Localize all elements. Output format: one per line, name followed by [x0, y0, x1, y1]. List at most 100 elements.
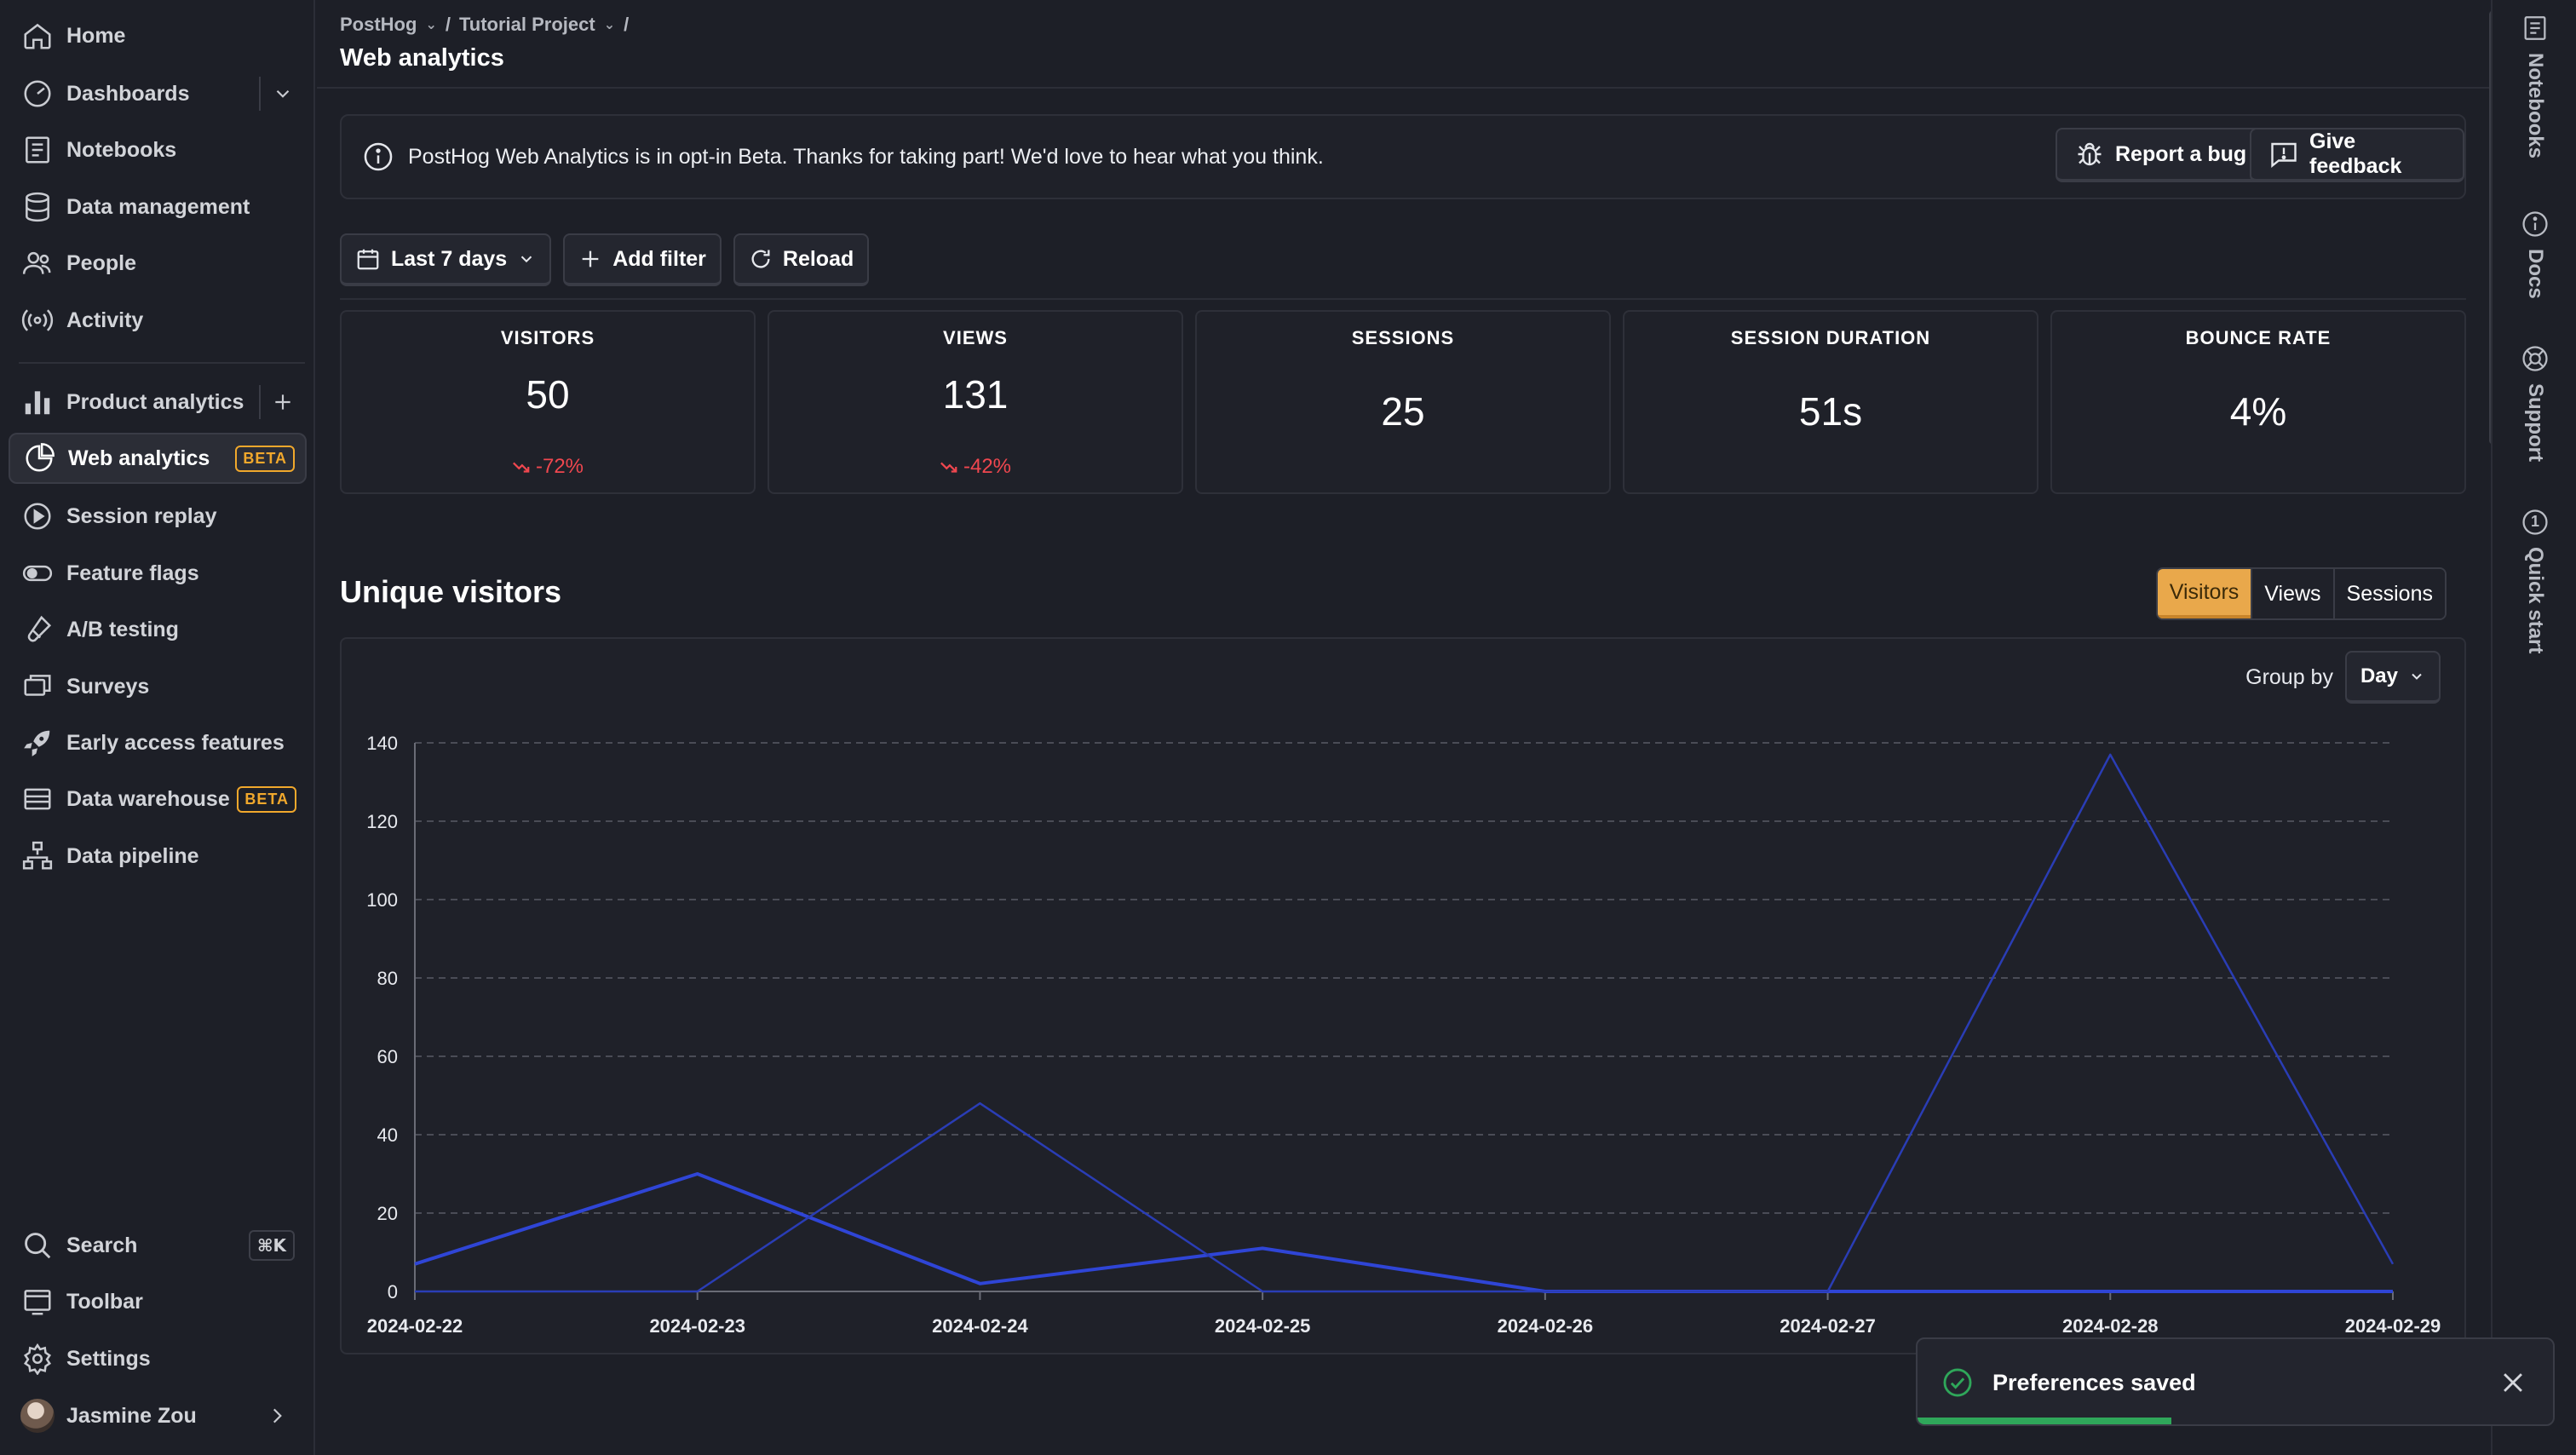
chevron-down-icon[interactable]: ⌄ — [604, 16, 615, 33]
y-tick-label: 40 — [377, 1124, 398, 1146]
group-by-select[interactable]: Day — [2344, 651, 2441, 704]
notebook-icon — [9, 134, 66, 166]
people-icon — [9, 247, 66, 279]
x-tick-label: 2024-02-27 — [1780, 1315, 1876, 1337]
y-tick-label: 120 — [366, 811, 398, 832]
sidebar-item-notebooks[interactable]: Notebooks — [9, 124, 307, 175]
pipeline-icon — [9, 840, 66, 872]
report-bug-label: Report a bug — [2115, 141, 2247, 166]
feedback-icon — [2268, 139, 2299, 170]
stat-card-session-duration: SESSION DURATION 51s — [1623, 310, 2038, 494]
sidebar-item-label: People — [66, 250, 136, 275]
tab-sessions[interactable]: Sessions — [2332, 569, 2445, 618]
y-tick-label: 0 — [388, 1281, 398, 1303]
y-tick-label: 140 — [366, 733, 398, 754]
x-tick-label: 2024-02-26 — [1498, 1315, 1594, 1337]
stat-label: SESSIONS — [1351, 327, 1455, 348]
sidebar-item-early-access-features[interactable]: Early access features — [9, 717, 307, 768]
reload-icon — [749, 247, 773, 271]
sidebar-item-toolbar[interactable]: Toolbar — [9, 1276, 307, 1327]
home-icon — [9, 20, 66, 52]
y-tick-label: 80 — [377, 968, 398, 989]
tab-visitors[interactable]: Visitors — [2157, 569, 2251, 618]
add-filter-button[interactable]: Add filter — [563, 233, 722, 286]
reload-label: Reload — [782, 246, 854, 271]
sidebar-item-activity[interactable]: Activity — [9, 295, 307, 346]
report-bug-button[interactable]: Report a bug — [2056, 128, 2266, 182]
rail-item-quick-start[interactable]: 1 Quick start — [2493, 508, 2576, 653]
stat-value: 25 — [1381, 389, 1425, 434]
sidebar-item-data-management[interactable]: Data management — [9, 181, 307, 233]
chevron-down-icon[interactable]: ⌄ — [425, 16, 436, 33]
date-range-label: Last 7 days — [391, 246, 508, 271]
sidebar-item-data-warehouse[interactable]: Data warehouse BETA — [9, 774, 307, 825]
stat-card-visitors: VISITORS 50 -72% — [340, 310, 756, 494]
database-icon — [9, 191, 66, 223]
calendar-icon — [355, 246, 381, 272]
stat-card-sessions: SESSIONS 25 — [1195, 310, 1611, 494]
sidebar-item-user[interactable]: Jasmine Zou — [9, 1390, 307, 1441]
rail-item-notebooks[interactable]: Notebooks — [2493, 14, 2576, 158]
stat-value: 131 — [942, 372, 1009, 417]
x-tick-label: 2024-02-23 — [649, 1315, 745, 1337]
sidebar: Home Dashboards Notebooks Data managemen… — [0, 0, 315, 1455]
warehouse-icon — [9, 783, 66, 815]
breadcrumb: PostHog ⌄ / Tutorial Project ⌄ / — [340, 14, 629, 36]
top-bar: PostHog ⌄ / Tutorial Project ⌄ / Web ana… — [317, 0, 2491, 89]
chevron-down-icon[interactable] — [259, 77, 305, 111]
sidebar-item-surveys[interactable]: Surveys — [9, 661, 307, 712]
gear-icon — [9, 1343, 66, 1375]
user-name: Jasmine Zou — [66, 1403, 197, 1428]
sidebar-item-label: Web analytics — [68, 446, 210, 470]
info-icon — [362, 141, 394, 173]
dashboard-icon — [9, 78, 66, 110]
sidebar-item-label: Session replay — [66, 503, 217, 528]
y-tick-label: 100 — [366, 889, 398, 911]
survey-icon — [9, 670, 66, 703]
sidebar-item-dashboards[interactable]: Dashboards — [9, 68, 307, 119]
plus-icon[interactable] — [259, 385, 305, 419]
trend-down-icon — [512, 457, 531, 476]
check-circle-icon — [1941, 1366, 1974, 1399]
chart-card: 0 20 40 60 80 100 120 140 2024-02-22 2024-02-23 20… — [340, 637, 2466, 1354]
beta-badge: BETA — [235, 445, 295, 472]
stat-value: 4% — [2229, 389, 2287, 434]
avatar-wrapper — [9, 1399, 66, 1433]
group-by-control: Group by Day — [2245, 651, 2441, 704]
rail-label: Support — [2524, 383, 2547, 462]
sidebar-item-web-analytics[interactable]: Web analytics BETA — [9, 433, 307, 484]
breadcrumb-project[interactable]: Tutorial Project — [459, 14, 595, 36]
sidebar-item-data-pipeline[interactable]: Data pipeline — [9, 831, 307, 882]
sidebar-item-label: Search — [66, 1233, 138, 1257]
rail-item-docs[interactable]: Docs — [2493, 210, 2576, 299]
reload-button[interactable]: Reload — [733, 233, 870, 286]
sidebar-item-ab-testing[interactable]: A/B testing — [9, 604, 307, 655]
sidebar-item-home[interactable]: Home — [9, 10, 307, 61]
sidebar-item-product-analytics[interactable]: Product analytics — [9, 377, 307, 428]
bar-chart-icon — [9, 386, 66, 418]
sidebar-item-people[interactable]: People — [9, 238, 307, 289]
x-tick-label: 2024-02-22 — [367, 1315, 463, 1337]
divider — [340, 298, 2466, 300]
sidebar-item-label: Early access features — [66, 730, 285, 755]
rail-label: Docs — [2524, 249, 2547, 299]
sidebar-item-label: Data management — [66, 194, 250, 219]
close-icon[interactable] — [2498, 1368, 2527, 1397]
sidebar-item-feature-flags[interactable]: Feature flags — [9, 548, 307, 599]
date-range-picker[interactable]: Last 7 days — [340, 233, 552, 286]
rail-item-support[interactable]: Support — [2493, 344, 2576, 462]
toast-notification: Preferences saved — [1916, 1337, 2555, 1426]
series-line-2 — [415, 753, 2395, 1293]
sidebar-item-label: Notebooks — [66, 137, 177, 162]
sidebar-item-search[interactable]: Search ⌘K — [9, 1220, 307, 1271]
toast-message: Preferences saved — [1992, 1370, 2196, 1395]
plus-icon — [578, 247, 602, 271]
breadcrumb-org[interactable]: PostHog — [340, 14, 417, 36]
give-feedback-button[interactable]: Give feedback — [2250, 128, 2464, 182]
sidebar-item-label: Surveys — [66, 674, 150, 699]
tab-views[interactable]: Views — [2251, 569, 2333, 618]
sidebar-item-settings[interactable]: Settings — [9, 1333, 307, 1384]
sidebar-item-label: Toolbar — [66, 1289, 143, 1314]
group-by-label: Group by — [2245, 664, 2333, 689]
sidebar-item-session-replay[interactable]: Session replay — [9, 491, 307, 542]
